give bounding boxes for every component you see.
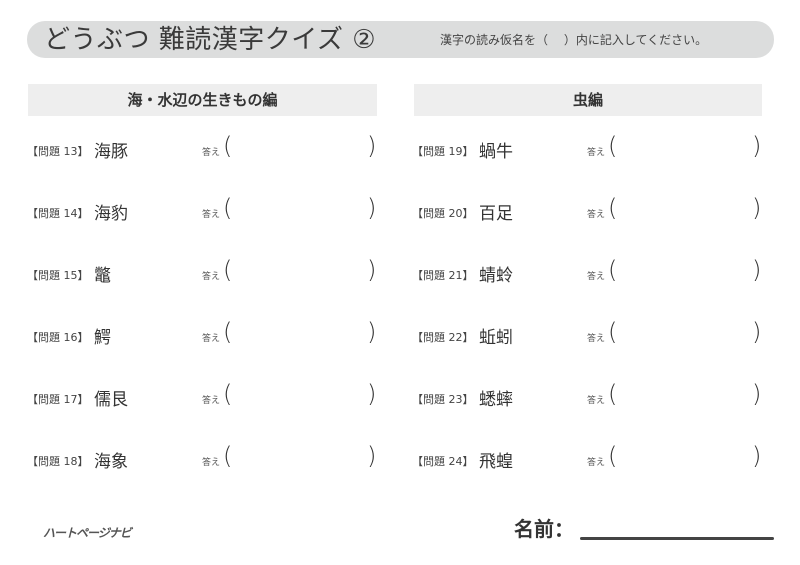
kanji-word: 飛蝗 (479, 452, 513, 472)
question-number: 【問題 16】 (27, 331, 89, 344)
answer-close-paren: ) (752, 442, 762, 470)
question-number: 【問題 15】 (27, 269, 89, 282)
question-number: 【問題 17】 (27, 393, 89, 406)
answer-label: 答え (202, 396, 221, 406)
answer-open-paren: ( (608, 132, 618, 160)
question-number: 【問題 18】 (27, 455, 89, 468)
answer-open-paren: ( (223, 442, 233, 470)
answer-field[interactable] (622, 139, 747, 161)
answer-field[interactable] (622, 387, 747, 409)
kanji-word: 海豹 (94, 204, 128, 224)
answer-open-paren: ( (223, 256, 233, 284)
question-number: 【問題 19】 (412, 145, 474, 158)
answer-label: 答え (202, 272, 221, 282)
answer-field[interactable] (237, 325, 362, 347)
kanji-word: 鼈 (94, 266, 111, 286)
answer-open-paren: ( (223, 380, 233, 408)
name-label: 名前： (514, 517, 574, 541)
answer-field[interactable] (237, 139, 362, 161)
question-row: 【問題 23】 蟋蟀 答え() (412, 380, 772, 413)
page-title: どうぶつ 難読漢字クイズ ② (44, 25, 377, 55)
answer-label: 答え (587, 148, 606, 158)
answer-close-paren: ) (752, 194, 762, 222)
answer-close-paren: ) (367, 194, 377, 222)
question-row: 【問題 24】 飛蝗 答え() (412, 442, 772, 475)
answer-open-paren: ( (608, 318, 618, 346)
kanji-word: 蜻蛉 (479, 266, 513, 286)
answer-close-paren: ) (752, 132, 762, 160)
question-number: 【問題 13】 (27, 145, 89, 158)
answer-label: 答え (587, 396, 606, 406)
kanji-word: 蚯蚓 (479, 328, 513, 348)
answer-open-paren: ( (608, 442, 618, 470)
answer-label: 答え (587, 334, 606, 344)
kanji-word: 鰐 (94, 328, 111, 348)
answer-open-paren: ( (223, 318, 233, 346)
question-row: 【問題 22】 蚯蚓 答え() (412, 318, 772, 351)
question-row: 【問題 13】 海豚 答え() (27, 132, 387, 165)
answer-open-paren: ( (608, 380, 618, 408)
answer-close-paren: ) (367, 256, 377, 284)
answer-close-paren: ) (367, 380, 377, 408)
answer-open-paren: ( (608, 256, 618, 284)
answer-label: 答え (202, 334, 221, 344)
kanji-word: 蝸牛 (479, 142, 513, 162)
question-row: 【問題 16】鰐 答え() (27, 318, 387, 351)
answer-field[interactable] (622, 325, 747, 347)
answer-close-paren: ) (752, 318, 762, 346)
section-header-sea: 海・水辺の生きもの編 (28, 84, 377, 116)
answer-open-paren: ( (223, 194, 233, 222)
answer-close-paren: ) (367, 132, 377, 160)
kanji-word: 蟋蟀 (479, 390, 513, 410)
question-number: 【問題 14】 (27, 207, 89, 220)
answer-open-paren: ( (223, 132, 233, 160)
question-row: 【問題 14】 海豹 答え() (27, 194, 387, 227)
question-number: 【問題 20】 (412, 207, 474, 220)
question-number: 【問題 24】 (412, 455, 474, 468)
answer-open-paren: ( (608, 194, 618, 222)
answer-label: 答え (202, 148, 221, 158)
kanji-word: 海豚 (94, 142, 128, 162)
answer-label: 答え (587, 210, 606, 220)
question-row: 【問題 21】 蜻蛉 答え() (412, 256, 772, 289)
answer-label: 答え (202, 210, 221, 220)
question-row: 【問題 15】鼈 答え() (27, 256, 387, 289)
answer-field[interactable] (237, 263, 362, 285)
question-number: 【問題 23】 (412, 393, 474, 406)
section-header-insects: 虫編 (414, 84, 762, 116)
kanji-word: 海象 (94, 452, 128, 472)
answer-label: 答え (587, 272, 606, 282)
answer-field[interactable] (237, 201, 362, 223)
question-row: 【問題 18】 海象 答え() (27, 442, 387, 475)
logo: ハートページナビ (43, 526, 132, 540)
answer-field[interactable] (237, 387, 362, 409)
answer-field[interactable] (622, 449, 747, 471)
kanji-word: 百足 (479, 204, 513, 224)
answer-close-paren: ) (367, 442, 377, 470)
name-field[interactable] (580, 537, 774, 540)
answer-close-paren: ) (752, 380, 762, 408)
answer-field[interactable] (622, 263, 747, 285)
answer-label: 答え (202, 458, 221, 468)
instruction-text: 漢字の読み仮名を（ ）内に記入してください。 (440, 33, 708, 47)
question-row: 【問題 20】 百足 答え() (412, 194, 772, 227)
question-number: 【問題 22】 (412, 331, 474, 344)
answer-close-paren: ) (367, 318, 377, 346)
question-row: 【問題 19】 蝸牛 答え() (412, 132, 772, 165)
question-row: 【問題 17】 儒艮 答え() (27, 380, 387, 413)
question-number: 【問題 21】 (412, 269, 474, 282)
answer-label: 答え (587, 458, 606, 468)
answer-field[interactable] (622, 201, 747, 223)
kanji-word: 儒艮 (94, 390, 128, 410)
answer-close-paren: ) (752, 256, 762, 284)
answer-field[interactable] (237, 449, 362, 471)
